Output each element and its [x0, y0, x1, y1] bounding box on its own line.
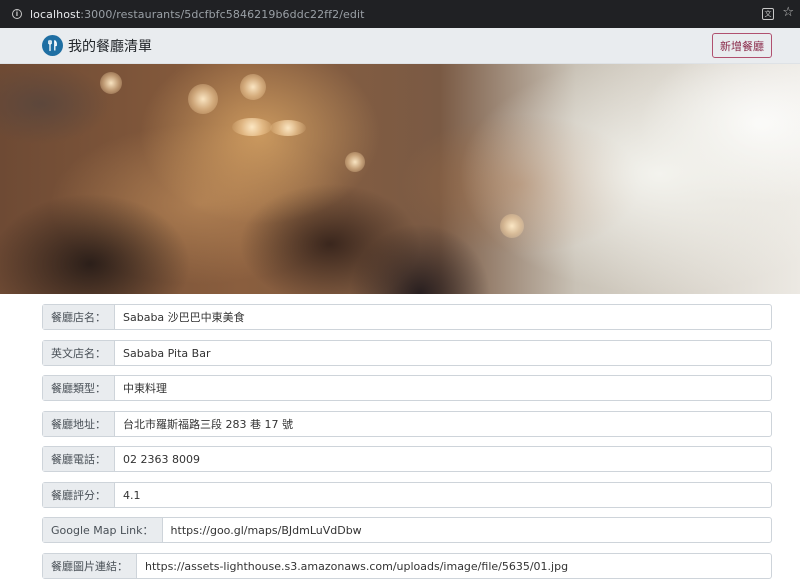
category-input[interactable]: [115, 376, 771, 400]
address-input[interactable]: [115, 412, 771, 436]
field-label: 餐廳評分：: [43, 483, 115, 507]
rating-input[interactable]: [115, 483, 771, 507]
url-host: localhost: [30, 7, 81, 21]
bokeh-light: [270, 120, 306, 136]
field-name-en: 英文店名：: [42, 340, 772, 366]
add-restaurant-button[interactable]: 新增餐廳: [712, 33, 772, 58]
hero-background: [0, 64, 800, 294]
english-name-input[interactable]: [115, 341, 771, 365]
bokeh-light: [500, 214, 524, 238]
bokeh-light: [188, 84, 218, 114]
utensils-icon: [42, 35, 63, 56]
google-map-input[interactable]: [162, 518, 771, 542]
url-path: :3000/restaurants/5dcfbfc5846219b6ddc22f…: [80, 7, 365, 21]
field-google-map: Google Map Link：: [42, 517, 772, 543]
info-icon[interactable]: i: [12, 9, 22, 19]
bokeh-light: [100, 72, 122, 94]
field-label: 餐廳圖片連結：: [43, 554, 137, 578]
field-label: 餐廳電話：: [43, 447, 115, 471]
field-label: 餐廳店名：: [43, 305, 115, 329]
url-field[interactable]: localhost:3000/restaurants/5dcfbfc584621…: [30, 8, 365, 21]
field-label: 餐廳地址：: [43, 412, 115, 436]
bokeh-light: [232, 118, 272, 136]
navbar: 我的餐廳清單 新增餐廳: [0, 28, 800, 64]
field-rating: 餐廳評分：: [42, 482, 772, 508]
bokeh-light: [240, 74, 266, 100]
phone-input[interactable]: [115, 447, 771, 471]
bookmark-star-icon[interactable]: ☆: [782, 6, 794, 19]
brand-title: 我的餐廳清單: [68, 38, 152, 55]
field-image: 餐廳圖片連結：: [42, 553, 772, 579]
field-label: 餐廳類型：: [43, 376, 115, 400]
brand-link[interactable]: 我的餐廳清單: [42, 35, 152, 56]
hero-banner-image: [0, 64, 800, 294]
browser-address-bar: i localhost:3000/restaurants/5dcfbfc5846…: [0, 0, 800, 28]
restaurant-name-input[interactable]: [115, 305, 771, 329]
field-label: 英文店名：: [43, 341, 115, 365]
translate-icon[interactable]: 文: [762, 8, 774, 20]
bokeh-light: [345, 152, 365, 172]
field-name: 餐廳店名：: [42, 304, 772, 330]
field-phone: 餐廳電話：: [42, 446, 772, 472]
field-location: 餐廳地址：: [42, 411, 772, 437]
field-label: Google Map Link：: [43, 518, 163, 542]
image-url-input[interactable]: [137, 554, 771, 578]
field-category: 餐廳類型：: [42, 375, 772, 401]
